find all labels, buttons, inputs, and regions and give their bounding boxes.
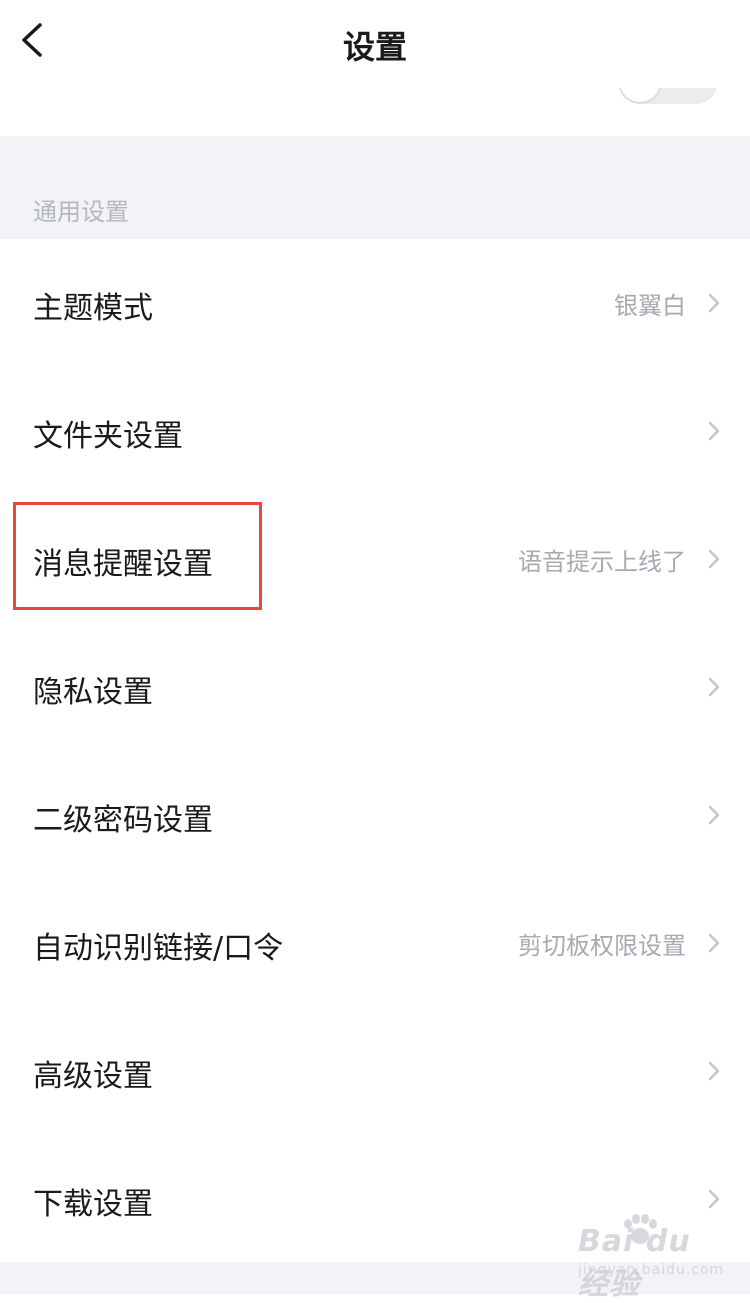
row-value: 语音提示上线了 bbox=[518, 548, 686, 576]
chevron-right-icon bbox=[708, 677, 720, 697]
row-value: 剪切板权限设置 bbox=[518, 932, 686, 960]
row-label: 文件夹设置 bbox=[33, 419, 183, 454]
section-header: 通用设置 bbox=[0, 136, 750, 239]
row-theme-mode[interactable]: 主题模式 银翼白 bbox=[0, 239, 750, 367]
chevron-right-icon bbox=[708, 933, 720, 953]
toggle-overlap-mask bbox=[600, 58, 740, 88]
section-label: 通用设置 bbox=[33, 198, 129, 226]
watermark-url: jingyan.baidu.com bbox=[578, 1262, 725, 1278]
row-auto-detect-links[interactable]: 自动识别链接/口令 剪切板权限设置 bbox=[0, 879, 750, 1007]
row-secondary-password[interactable]: 二级密码设置 bbox=[0, 751, 750, 879]
row-label: 自动识别链接/口令 bbox=[33, 931, 284, 966]
row-label: 高级设置 bbox=[33, 1059, 153, 1094]
chevron-right-icon bbox=[708, 1189, 720, 1209]
row-folder-settings[interactable]: 文件夹设置 bbox=[0, 367, 750, 495]
baidu-jingyan-watermark: Bai du 经验 jingyan.baidu.com bbox=[578, 1214, 723, 1302]
chevron-right-icon bbox=[708, 1061, 720, 1081]
row-label: 隐私设置 bbox=[33, 675, 153, 710]
chevron-right-icon bbox=[708, 805, 720, 825]
chevron-right-icon bbox=[708, 549, 720, 569]
top-bar: 设置 bbox=[0, 0, 750, 136]
chevron-right-icon bbox=[708, 421, 720, 441]
row-label: 二级密码设置 bbox=[33, 803, 213, 838]
row-label: 主题模式 bbox=[33, 291, 153, 326]
highlight-box bbox=[13, 502, 262, 610]
row-value: 银翼白 bbox=[614, 292, 686, 320]
row-label: 下载设置 bbox=[33, 1187, 153, 1222]
row-advanced-settings[interactable]: 高级设置 bbox=[0, 1007, 750, 1135]
row-privacy-settings[interactable]: 隐私设置 bbox=[0, 623, 750, 751]
chevron-right-icon bbox=[708, 293, 720, 313]
settings-list: 主题模式 银翼白 文件夹设置 消息提醒设置 语音提示上线了 隐私设置 二级密码设… bbox=[0, 239, 750, 1263]
